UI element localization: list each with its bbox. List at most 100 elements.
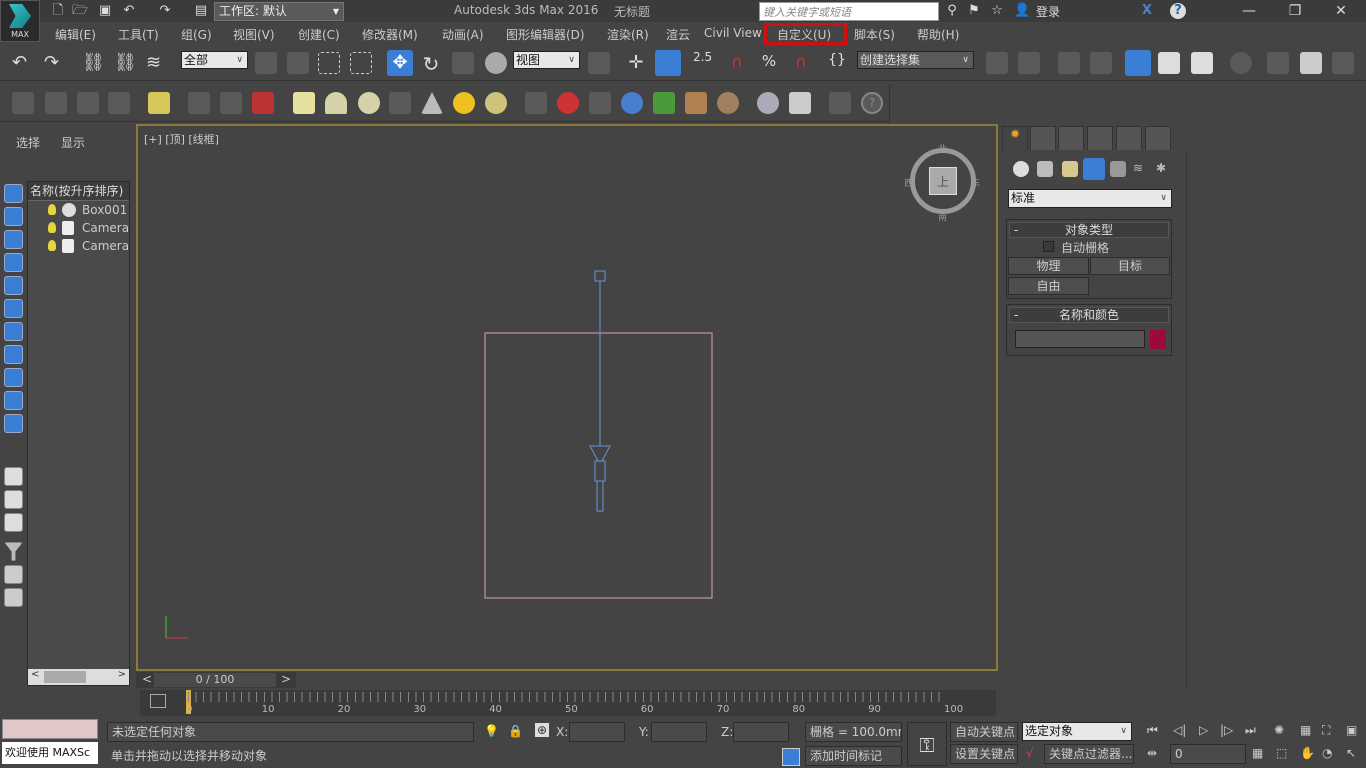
scene-explorer-icon[interactable] [1058, 52, 1080, 74]
timeline[interactable]: 0 10 20 30 40 50 60 70 80 90 100 [140, 690, 996, 716]
key-mode-toggle-icon[interactable]: ⇹ [1147, 746, 1157, 760]
tab-select[interactable]: 选择 [16, 134, 40, 151]
ox-icon[interactable] [717, 92, 739, 114]
named-selection-dropdown[interactable]: 创建选择集 ∨ [857, 51, 974, 69]
teapot-icon[interactable] [12, 92, 34, 114]
z-coordinate-input[interactable] [733, 722, 789, 742]
prev-frame-icon[interactable]: < [142, 672, 152, 686]
maximize-button[interactable]: ❐ [1272, 0, 1318, 22]
list-item[interactable]: Box001 [28, 201, 129, 219]
search-input[interactable]: 键入关键字或短语 [759, 2, 939, 21]
minimize-button[interactable]: — [1226, 0, 1272, 22]
render-production-icon[interactable] [1332, 52, 1354, 74]
lights-icon[interactable] [1062, 161, 1078, 177]
help-icon[interactable]: ? [1170, 3, 1186, 19]
key-filters-button[interactable]: 关键点过滤器... [1044, 744, 1134, 764]
select-and-place-icon[interactable] [485, 52, 507, 74]
percent-snap-icon[interactable]: % [758, 52, 780, 74]
light-bulb-icon[interactable] [48, 240, 56, 251]
keyboard-shortcut-override-icon[interactable] [655, 50, 681, 76]
favorites-star-icon[interactable]: ☆ [989, 3, 1005, 19]
unlink-icon[interactable]: ⛓ [114, 52, 137, 74]
go-to-end-icon[interactable]: ⏭ [1245, 723, 1256, 738]
manipulate-icon[interactable]: ✛ [625, 52, 647, 74]
pivot-center-icon[interactable] [588, 52, 610, 74]
select-object-icon[interactable] [255, 52, 277, 74]
zoom-all-icon[interactable]: ▦ [1300, 723, 1311, 737]
sky-icon[interactable] [485, 92, 507, 114]
scene-column-header[interactable]: 名称(按升序排序) [28, 182, 129, 201]
viewport-top[interactable]: [+] [顶] [线框] 上 北 南 东 西 [136, 124, 998, 671]
gear-icon[interactable] [621, 92, 643, 114]
play-icon[interactable]: ▷ [1199, 723, 1208, 737]
app-menu-button[interactable]: MAX [0, 0, 40, 42]
camera-filter-icon[interactable] [4, 253, 23, 272]
object-color-swatch[interactable] [1150, 330, 1166, 349]
menu-graph-editors[interactable]: 图形编辑器(D) [506, 26, 585, 43]
tab-utilities[interactable] [1145, 126, 1171, 150]
display-all-icon[interactable] [4, 467, 23, 486]
light-bulb-icon[interactable] [48, 204, 56, 215]
new-file-icon[interactable]: 🗋 [50, 3, 66, 19]
align-icon[interactable] [1018, 52, 1040, 74]
spinner-snap-icon[interactable]: ∩ [790, 52, 812, 74]
cone-icon[interactable] [421, 92, 443, 114]
menu-rendering[interactable]: 渲染(R) [607, 26, 649, 43]
tent-icon[interactable] [589, 92, 611, 114]
camera-body[interactable] [589, 445, 611, 512]
pan-icon[interactable]: ✋ [1300, 746, 1315, 760]
time-tag-icon[interactable] [782, 748, 800, 766]
open-file-icon[interactable]: 🗁 [72, 3, 88, 19]
hidden-filter-icon[interactable] [4, 414, 23, 433]
toggle-ribbon-icon[interactable] [1125, 50, 1151, 76]
undo-icon[interactable]: ↶ [121, 3, 137, 19]
subscription-icon[interactable]: ⚑ [966, 3, 982, 19]
bind-space-warp-icon[interactable]: ≋ [146, 52, 168, 74]
time-configuration-icon[interactable]: ▦ [1252, 746, 1263, 760]
angle-snap-icon[interactable]: ∩ [726, 52, 748, 74]
current-frame-input[interactable]: 0 [1170, 744, 1246, 764]
menu-create[interactable]: 创建(C) [298, 26, 340, 43]
object-name-input[interactable] [1015, 330, 1145, 348]
user-icon[interactable]: 👤 [1014, 3, 1030, 19]
geometry-icon[interactable] [1013, 161, 1029, 177]
tab-hierarchy[interactable] [1058, 126, 1084, 150]
maxscript-input[interactable]: 欢迎使用 MAXSc [2, 742, 98, 764]
list-item[interactable]: Camera0 [28, 219, 129, 237]
close-button[interactable]: ✕ [1318, 0, 1364, 22]
auto-grid-checkbox[interactable] [1043, 241, 1054, 252]
add-time-tag[interactable]: 添加时间标记 [805, 746, 902, 766]
menu-views[interactable]: 视图(V) [233, 26, 275, 43]
snaps-toggle-icon[interactable]: 2.5 [693, 50, 715, 72]
window-crossing-icon[interactable] [350, 52, 372, 74]
menu-edit[interactable]: 编辑(E) [55, 26, 96, 43]
isolate-icon[interactable]: 💡 [484, 724, 499, 738]
plane-icon[interactable] [293, 92, 315, 114]
reference-coordinate-dropdown[interactable]: 视图 ∨ [513, 51, 580, 69]
project-folder-icon[interactable]: ▤ [193, 3, 209, 19]
tab-create[interactable]: ✹ [1002, 126, 1028, 150]
set-key-icon[interactable]: ⚿ [907, 722, 947, 766]
rollout-header[interactable]: - 名称和颜色 [1009, 307, 1169, 323]
go-to-start-icon[interactable]: ⏮ [1147, 723, 1158, 738]
camera-icon[interactable] [188, 92, 210, 114]
previous-frame-icon[interactable]: ◁| [1173, 723, 1186, 737]
hair-fur-icon[interactable] [685, 92, 707, 114]
menu-help[interactable]: 帮助(H) [917, 26, 959, 43]
edit-named-selection-icon[interactable]: {} [826, 52, 848, 74]
scroll-thumb[interactable] [44, 671, 86, 683]
list-item[interactable]: Camera0 [28, 237, 129, 255]
free-camera-button[interactable]: 自由 [1008, 277, 1089, 295]
next-frame-icon[interactable]: |▷ [1220, 723, 1233, 737]
table-icon[interactable] [108, 92, 130, 114]
tab-modify[interactable] [1030, 126, 1056, 150]
redo-icon[interactable]: ↷ [157, 3, 173, 19]
login-link[interactable]: 登录 [1036, 3, 1060, 20]
tab-display[interactable] [1116, 126, 1142, 150]
space-warps-icon[interactable]: ≋ [1133, 161, 1149, 177]
orbit-icon[interactable]: ◔ [1322, 746, 1332, 760]
menu-scripting[interactable]: 脚本(S) [854, 26, 895, 43]
cameras-icon[interactable] [1083, 158, 1105, 180]
select-by-name-icon[interactable] [287, 52, 309, 74]
zoom-extents-all-icon[interactable]: ▣ [1346, 723, 1357, 737]
